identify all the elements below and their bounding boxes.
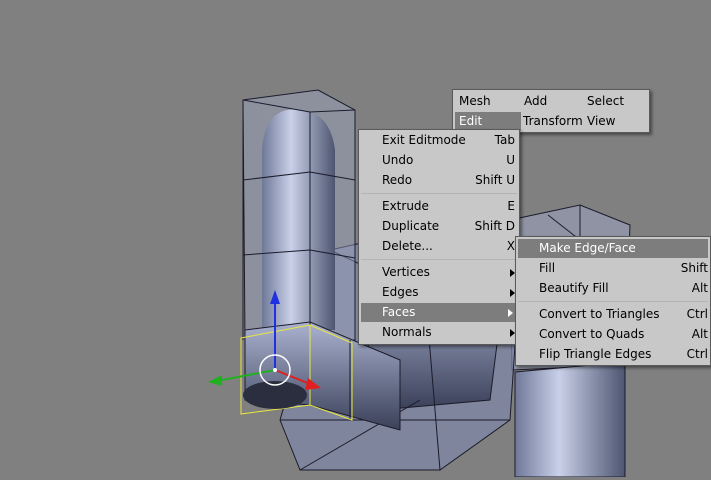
menu-item-convert-to-triangles[interactable]: Convert to Triangles Ctrl [516, 305, 710, 324]
menu-item-shortcut: U [506, 153, 515, 167]
vertical-tube [242, 89, 356, 341]
menu-item-delete[interactable]: Delete... X [359, 237, 519, 256]
menu-separator [361, 259, 517, 260]
menu-item-redo[interactable]: Redo Shift U [359, 171, 519, 190]
menu-item-fill[interactable]: Fill Shift [516, 259, 710, 278]
menu-item-make-edge-face[interactable]: Make Edge/Face [518, 239, 708, 258]
menu-separator [518, 301, 708, 302]
menu-item-exit-editmode[interactable]: Exit Editmode Tab [359, 131, 519, 150]
menu-item-shortcut: Ctrl [686, 347, 708, 361]
menu-item-label: Edges [382, 285, 419, 299]
header-menu: Mesh Add Select Edit Transform View [452, 89, 650, 133]
menu-item-shortcut: Shift U [475, 173, 515, 187]
menu-item-normals[interactable]: Normals [359, 323, 519, 342]
menu-item-label: Undo [382, 153, 414, 167]
faces-submenu: Make Edge/Face Fill Shift Beautify Fill … [515, 236, 711, 366]
menu-item-label: Redo [382, 173, 413, 187]
menu-item-shortcut: Alt [691, 327, 708, 341]
menu-item-shortcut: Ctrl [686, 307, 708, 321]
menu-item-shortcut: E [507, 199, 515, 213]
menu-item-shortcut: X [506, 239, 515, 253]
menu-item-label: Faces [382, 305, 416, 319]
menu-add[interactable]: Add [524, 92, 547, 111]
menu-item-label: Normals [382, 325, 432, 339]
menu-item-label: Convert to Quads [539, 327, 645, 341]
menu-item-label: Make Edge/Face [539, 241, 636, 255]
menu-item-convert-to-quads[interactable]: Convert to Quads Alt [516, 325, 710, 344]
menu-item-vertices[interactable]: Vertices [359, 263, 519, 282]
menu-item-duplicate[interactable]: Duplicate Shift D [359, 217, 519, 236]
submenu-arrow-icon [508, 309, 513, 317]
menu-view[interactable]: View [587, 112, 615, 131]
menu-item-faces[interactable]: Faces [361, 303, 517, 322]
menu-item-label: Extrude [382, 199, 429, 213]
menu-item-label: Duplicate [382, 219, 440, 233]
menu-item-beautify-fill[interactable]: Beautify Fill Alt [516, 279, 710, 298]
menu-item-label: Vertices [382, 265, 430, 279]
menu-item-label: Beautify Fill [539, 281, 609, 295]
menu-item-extrude[interactable]: Extrude E [359, 197, 519, 216]
menu-item-shortcut: Shift D [474, 219, 515, 233]
menu-item-undo[interactable]: Undo U [359, 151, 519, 170]
menu-item-label: Delete... [382, 239, 433, 253]
menu-item-shortcut: Shift [680, 261, 708, 275]
menu-item-shortcut: Alt [691, 281, 708, 295]
menu-item-flip-triangle-edges[interactable]: Flip Triangle Edges Ctrl [516, 345, 710, 364]
menu-item-shortcut: Tab [494, 133, 515, 147]
menu-transform[interactable]: Transform [523, 112, 583, 131]
menu-item-label: Exit Editmode [382, 133, 466, 147]
menu-item-edges[interactable]: Edges [359, 283, 519, 302]
menu-select[interactable]: Select [587, 92, 624, 111]
menu-separator [361, 193, 517, 194]
menu-item-label: Convert to Triangles [539, 307, 660, 321]
menu-item-label: Fill [539, 261, 556, 275]
menu-item-label: Flip Triangle Edges [539, 347, 652, 361]
edit-menu: Exit Editmode Tab Undo U Redo Shift U Ex… [358, 129, 520, 345]
menu-mesh[interactable]: Mesh [459, 92, 491, 111]
